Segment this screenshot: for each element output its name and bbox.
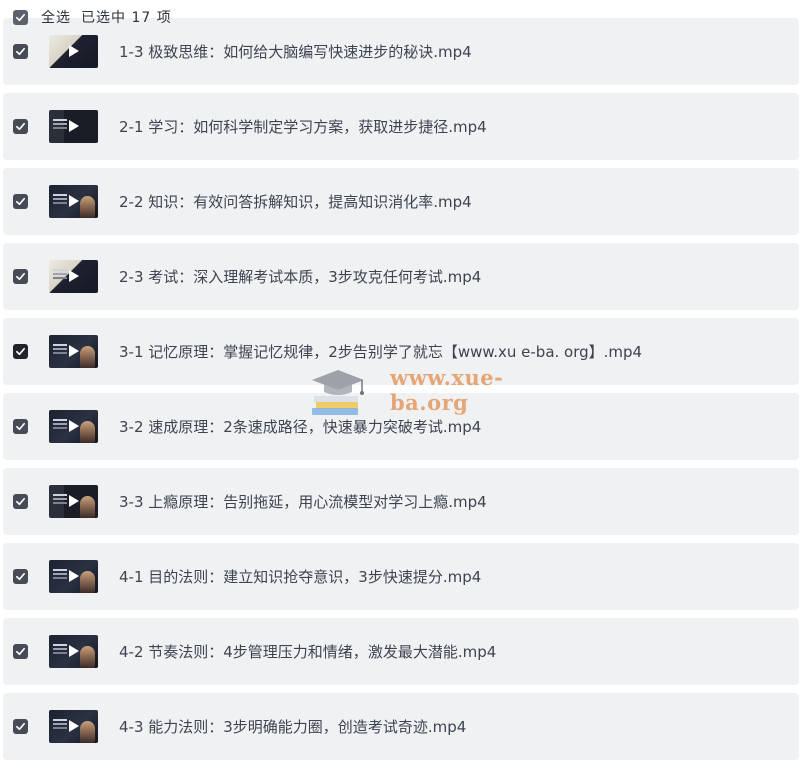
check-icon: [16, 647, 25, 656]
check-icon: [16, 722, 25, 731]
row-checkbox[interactable]: [13, 44, 28, 59]
list-item[interactable]: 4-2 节奏法则：4步管理压力和情绪，激发最大潜能.mp4: [3, 618, 799, 685]
list-item[interactable]: 2-1 学习：如何科学制定学习方案，获取进步捷径.mp4: [3, 93, 799, 160]
video-thumbnail[interactable]: [49, 410, 98, 443]
check-icon: [16, 122, 25, 131]
select-all-label[interactable]: 全选: [41, 7, 71, 27]
file-name[interactable]: 2-3 考试：深入理解考试本质，3步攻克任何考试.mp4: [119, 266, 481, 287]
file-name[interactable]: 1-3 极致思维：如何给大脑编写快速进步的秘诀.mp4: [119, 41, 472, 62]
play-icon: [69, 120, 79, 132]
list-item[interactable]: 4-1 目的法则：建立知识抢夺意识，3步快速提分.mp4: [3, 543, 799, 610]
row-checkbox[interactable]: [13, 644, 28, 659]
play-icon: [69, 270, 79, 282]
row-checkbox[interactable]: [13, 344, 28, 359]
video-thumbnail[interactable]: [49, 485, 98, 518]
check-icon: [16, 347, 25, 356]
play-icon: [69, 570, 79, 582]
play-icon: [69, 495, 79, 507]
list-item[interactable]: 2-2 知识：有效问答拆解知识，提高知识消化率.mp4: [3, 168, 799, 235]
file-name[interactable]: 4-3 能力法则：3步明确能力圈，创造考试奇迹.mp4: [119, 716, 466, 737]
list-item[interactable]: 3-1 记忆原理：掌握记忆规律，2步告别学了就忘【www.xu e-ba. or…: [3, 318, 799, 385]
row-checkbox[interactable]: [13, 569, 28, 584]
list-item[interactable]: 3-2 速成原理：2条速成路径，快速暴力突破考试.mp4: [3, 393, 799, 460]
row-checkbox[interactable]: [13, 719, 28, 734]
video-thumbnail[interactable]: [49, 635, 98, 668]
video-thumbnail[interactable]: [49, 710, 98, 743]
check-icon: [16, 197, 25, 206]
file-name[interactable]: 3-3 上瘾原理：告别拖延，用心流模型对学习上瘾.mp4: [119, 491, 487, 512]
play-icon: [69, 720, 79, 732]
check-icon: [16, 422, 25, 431]
video-thumbnail[interactable]: [49, 260, 98, 293]
select-all-checkbox[interactable]: [13, 9, 28, 25]
check-icon: [16, 272, 25, 281]
play-icon: [69, 345, 79, 357]
check-icon: [16, 47, 25, 56]
file-name[interactable]: 4-2 节奏法则：4步管理压力和情绪，激发最大潜能.mp4: [119, 641, 496, 662]
check-icon: [16, 13, 25, 21]
file-name[interactable]: 3-2 速成原理：2条速成路径，快速暴力突破考试.mp4: [119, 416, 481, 437]
file-name[interactable]: 2-2 知识：有效问答拆解知识，提高知识消化率.mp4: [119, 191, 472, 212]
list-item[interactable]: 4-3 能力法则：3步明确能力圈，创造考试奇迹.mp4: [3, 693, 799, 760]
list-item[interactable]: 3-3 上瘾原理：告别拖延，用心流模型对学习上瘾.mp4: [3, 468, 799, 535]
row-checkbox[interactable]: [13, 194, 28, 209]
list-item[interactable]: 2-3 考试：深入理解考试本质，3步攻克任何考试.mp4: [3, 243, 799, 310]
check-icon: [16, 497, 25, 506]
row-checkbox[interactable]: [13, 119, 28, 134]
play-icon: [69, 45, 79, 57]
file-name[interactable]: 4-1 目的法则：建立知识抢夺意识，3步快速提分.mp4: [119, 566, 481, 587]
file-name[interactable]: 2-1 学习：如何科学制定学习方案，获取进步捷径.mp4: [119, 116, 487, 137]
play-icon: [69, 195, 79, 207]
play-icon: [69, 645, 79, 657]
video-thumbnail[interactable]: [49, 335, 98, 368]
row-checkbox[interactable]: [13, 494, 28, 509]
video-thumbnail[interactable]: [49, 560, 98, 593]
video-thumbnail[interactable]: [49, 185, 98, 218]
selected-count: 已选中 17 项: [81, 10, 172, 26]
selection-header: 全选 已选中 17 项: [0, 0, 802, 34]
check-icon: [16, 572, 25, 581]
video-thumbnail[interactable]: [49, 110, 98, 143]
play-icon: [69, 420, 79, 432]
video-thumbnail[interactable]: [49, 35, 98, 68]
row-checkbox[interactable]: [13, 419, 28, 434]
file-name[interactable]: 3-1 记忆原理：掌握记忆规律，2步告别学了就忘【www.xu e-ba. or…: [119, 341, 642, 362]
row-checkbox[interactable]: [13, 269, 28, 284]
